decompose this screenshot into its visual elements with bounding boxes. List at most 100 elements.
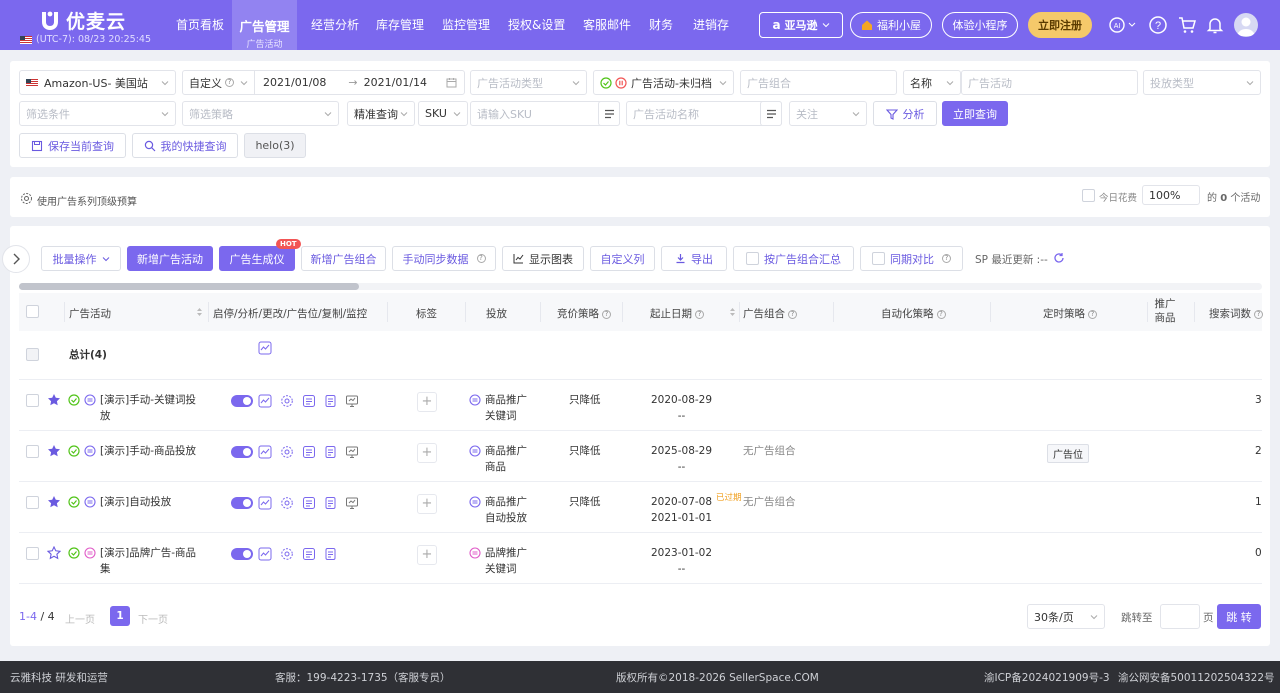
campaign-batch-button[interactable] bbox=[760, 101, 782, 126]
nav-cs-email[interactable]: 客服邮件 bbox=[583, 16, 631, 33]
nav-inventory[interactable]: 库存管理 bbox=[376, 16, 424, 33]
register-button[interactable]: 立即注册 bbox=[1028, 12, 1092, 38]
placement-icon[interactable] bbox=[302, 445, 316, 459]
placement-tag[interactable]: 广告位 bbox=[1047, 444, 1089, 463]
sidebar-expand-button[interactable] bbox=[2, 245, 30, 273]
platform-select[interactable]: a 亚马逊 bbox=[759, 12, 843, 38]
export-button[interactable]: 导出 bbox=[661, 246, 727, 271]
star-filled-icon[interactable] bbox=[47, 393, 61, 407]
page-1-button[interactable]: 1 bbox=[110, 606, 130, 626]
trend-chart-icon[interactable] bbox=[258, 496, 272, 510]
welfare-button[interactable]: 福利小屋 bbox=[850, 12, 932, 38]
copy-icon[interactable] bbox=[323, 547, 337, 561]
new-campaign-button[interactable]: 新增广告活动 bbox=[127, 246, 213, 271]
enable-toggle[interactable] bbox=[231, 497, 253, 509]
portfolio-select[interactable]: 广告组合 bbox=[740, 70, 897, 95]
footer-copyright[interactable]: 版权所有©2018-2026 SellerSpace.COM bbox=[616, 670, 819, 685]
show-chart-button[interactable]: 显示图表 bbox=[502, 246, 584, 271]
sku-field-select[interactable]: SKU bbox=[418, 101, 468, 126]
star-filled-icon[interactable] bbox=[47, 495, 61, 509]
nav-dashboard[interactable]: 首页看板 bbox=[176, 16, 224, 33]
campaign-name[interactable]: [演示]手动-关键词投放 bbox=[100, 392, 196, 424]
sort-icon[interactable] bbox=[196, 307, 203, 317]
ad-generator-button[interactable]: 广告生成仪 bbox=[219, 246, 295, 271]
trend-chart-icon[interactable] bbox=[258, 547, 272, 561]
sku-batch-button[interactable] bbox=[598, 101, 620, 126]
gear-icon[interactable] bbox=[280, 394, 294, 408]
new-portfolio-button[interactable]: 新增广告组合 bbox=[301, 246, 386, 271]
row-checkbox[interactable] bbox=[26, 445, 39, 458]
follow-select[interactable]: 关注 bbox=[789, 101, 867, 126]
campaign-name[interactable]: [演示]品牌广告-商品集 bbox=[100, 545, 196, 577]
nav-ads-management[interactable]: 广告管理 广告活动 bbox=[232, 0, 297, 50]
nav-auth-settings[interactable]: 授权&设置 bbox=[508, 16, 565, 33]
search-field-select[interactable]: 名称 bbox=[903, 70, 961, 95]
marketplace-select[interactable]: Amazon-US- 美国站 bbox=[19, 70, 176, 95]
campaign-name-input[interactable]: 广告活动名称 bbox=[626, 101, 782, 126]
copy-icon[interactable] bbox=[323, 445, 337, 459]
select-all-checkbox[interactable] bbox=[26, 305, 39, 318]
yoy-compare-checkbox[interactable] bbox=[872, 252, 885, 265]
strategy-select[interactable]: 筛选策略 bbox=[182, 101, 339, 126]
gear-icon[interactable] bbox=[280, 445, 294, 459]
date-end[interactable]: 2021/01/14 bbox=[364, 76, 427, 89]
row-checkbox[interactable] bbox=[26, 496, 39, 509]
ai-assistant-button[interactable]: AI bbox=[1108, 15, 1138, 35]
col-campaign[interactable]: 广告活动 bbox=[69, 306, 111, 321]
group-by-portfolio-checkbox[interactable] bbox=[746, 252, 759, 265]
custom-columns-button[interactable]: 自定义列 bbox=[590, 246, 655, 271]
manual-sync-button[interactable]: 手动同步数据 ? bbox=[392, 246, 496, 271]
nav-business-analysis[interactable]: 经营分析 bbox=[311, 16, 359, 33]
footer-police[interactable]: 渝公网安备50011202504322号 bbox=[1118, 670, 1275, 685]
trend-chart-icon[interactable] bbox=[258, 341, 272, 355]
enable-toggle[interactable] bbox=[231, 395, 253, 407]
notifications-button[interactable] bbox=[1205, 15, 1225, 35]
save-query-button[interactable]: 保存当前查询 bbox=[19, 133, 126, 158]
jump-page-input[interactable] bbox=[1160, 604, 1200, 629]
targeting-type-select[interactable]: 投放类型 bbox=[1143, 70, 1261, 95]
campaign-search-input[interactable]: 广告活动 bbox=[961, 70, 1138, 95]
group-by-portfolio-toggle[interactable]: 按广告组合汇总 bbox=[733, 246, 854, 271]
page-size-select[interactable]: 30条/页 bbox=[1027, 604, 1105, 629]
my-queries-button[interactable]: 我的快捷查询 bbox=[132, 133, 238, 158]
placement-icon[interactable] bbox=[302, 394, 316, 408]
col-dates[interactable]: 起止日期? bbox=[650, 306, 704, 321]
monitor-icon[interactable] bbox=[345, 496, 359, 510]
trend-chart-icon[interactable] bbox=[258, 394, 272, 408]
miniapp-button[interactable]: 体验小程序 bbox=[942, 12, 1018, 38]
avatar[interactable] bbox=[1234, 13, 1258, 37]
saved-query-tag[interactable]: helo(3) bbox=[244, 133, 306, 158]
campaign-type-select[interactable]: 广告活动类型 bbox=[470, 70, 587, 95]
monitor-icon[interactable] bbox=[345, 394, 359, 408]
date-range-picker[interactable]: 自定义 ? 2021/01/08 → 2021/01/14 bbox=[182, 70, 465, 95]
nav-finance[interactable]: 财务 bbox=[649, 16, 673, 33]
star-filled-icon[interactable] bbox=[47, 444, 61, 458]
logo[interactable]: 优麦云 bbox=[40, 7, 126, 34]
yoy-compare-toggle[interactable]: 同期对比 ? bbox=[860, 246, 963, 271]
campaign-name[interactable]: [演示]自动投放 bbox=[100, 494, 171, 510]
placement-icon[interactable] bbox=[302, 496, 316, 510]
bulk-actions-button[interactable]: 批量操作 bbox=[41, 246, 121, 271]
copy-icon[interactable] bbox=[323, 496, 337, 510]
jump-button[interactable]: 跳 转 bbox=[1217, 604, 1261, 629]
add-tag-button[interactable]: + bbox=[417, 443, 437, 463]
monitor-icon[interactable] bbox=[345, 445, 359, 459]
row-checkbox[interactable] bbox=[26, 547, 39, 560]
next-page-button[interactable]: 下一页 bbox=[138, 611, 168, 626]
row-checkbox[interactable] bbox=[26, 394, 39, 407]
sort-icon[interactable] bbox=[729, 307, 736, 317]
gear-icon[interactable] bbox=[280, 547, 294, 561]
nav-monitoring[interactable]: 监控管理 bbox=[442, 16, 490, 33]
horizontal-scrollbar[interactable] bbox=[19, 283, 1262, 290]
match-mode-select[interactable]: 精准查询 bbox=[347, 101, 415, 126]
analyze-button[interactable]: 分析 bbox=[873, 101, 937, 126]
date-start[interactable]: 2021/01/08 bbox=[263, 76, 326, 89]
refresh-icon[interactable] bbox=[1053, 252, 1065, 264]
placement-icon[interactable] bbox=[302, 547, 316, 561]
footer-icp[interactable]: 渝ICP备2024021909号-3 bbox=[984, 670, 1110, 685]
prev-page-button[interactable]: 上一页 bbox=[65, 611, 95, 626]
enable-toggle[interactable] bbox=[231, 446, 253, 458]
add-tag-button[interactable]: + bbox=[417, 545, 437, 565]
status-select[interactable]: 广告活动-未归档 bbox=[593, 70, 734, 95]
gear-icon[interactable] bbox=[20, 192, 33, 205]
